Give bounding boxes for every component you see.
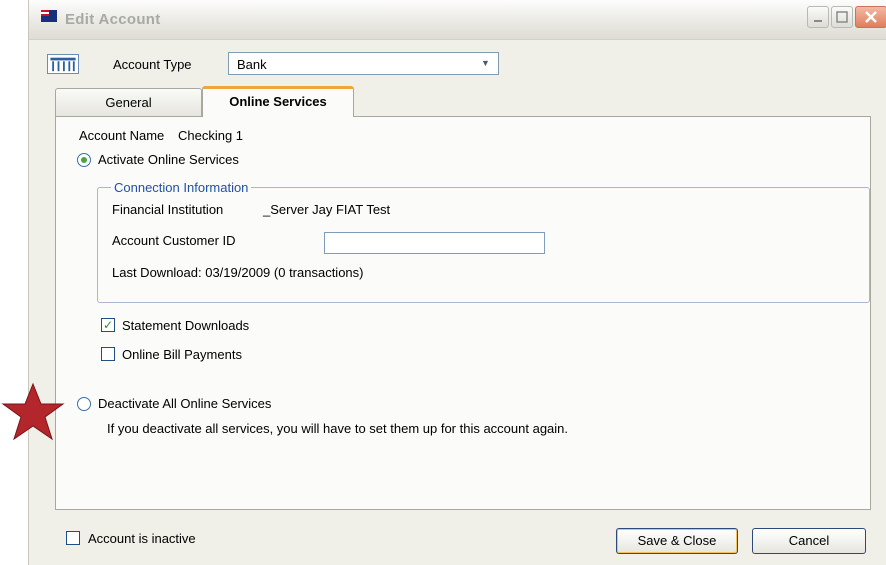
account-name-value: Checking 1 bbox=[178, 128, 244, 143]
account-type-label: Account Type bbox=[113, 57, 192, 72]
account-type-value: Bank bbox=[237, 57, 267, 72]
activate-online-services-label[interactable]: Activate Online Services bbox=[98, 152, 239, 167]
maximize-button[interactable] bbox=[831, 6, 853, 28]
customer-id-label: Account Customer ID bbox=[112, 233, 236, 248]
account-inactive-label[interactable]: Account is inactive bbox=[88, 531, 196, 546]
radio-selected-dot bbox=[81, 157, 87, 163]
activate-online-services-radio[interactable] bbox=[77, 153, 91, 167]
deactivate-note: If you deactivate all services, you will… bbox=[107, 421, 569, 436]
connection-information-title: Connection Information bbox=[111, 180, 252, 195]
star-annotation-icon bbox=[1, 382, 65, 441]
maximize-icon bbox=[836, 11, 848, 23]
customer-id-input[interactable] bbox=[324, 232, 545, 254]
minimize-icon bbox=[814, 20, 822, 22]
last-download-text: Last Download: 03/19/2009 (0 transaction… bbox=[112, 265, 364, 280]
financial-institution-value: _Server Jay FIAT Test bbox=[263, 202, 391, 217]
statement-downloads-checkbox[interactable]: ✓ bbox=[101, 318, 115, 332]
financial-institution-label: Financial Institution bbox=[112, 202, 224, 217]
edit-account-window: Edit Account Account Type Bank ▼ General bbox=[28, 0, 886, 565]
deactivate-online-services-label[interactable]: Deactivate All Online Services bbox=[98, 396, 271, 411]
online-services-panel bbox=[55, 116, 871, 510]
tab-general[interactable]: General bbox=[55, 88, 202, 116]
statement-downloads-label[interactable]: Statement Downloads bbox=[122, 318, 249, 333]
bank-account-icon bbox=[47, 54, 79, 74]
account-inactive-checkbox[interactable] bbox=[66, 531, 80, 545]
account-type-select[interactable]: Bank ▼ bbox=[228, 52, 499, 75]
close-icon bbox=[865, 11, 877, 23]
close-button[interactable] bbox=[855, 6, 886, 28]
online-bill-payments-checkbox[interactable] bbox=[101, 347, 115, 361]
title-bar[interactable]: Edit Account bbox=[29, 0, 886, 40]
window-title: Edit Account bbox=[65, 11, 161, 28]
cancel-button[interactable]: Cancel bbox=[752, 528, 866, 554]
app-icon bbox=[41, 10, 57, 22]
checkmark-icon: ✓ bbox=[102, 318, 114, 332]
account-name-label: Account Name bbox=[79, 128, 165, 143]
deactivate-online-services-radio[interactable] bbox=[77, 397, 91, 411]
tab-online-services[interactable]: Online Services bbox=[202, 86, 354, 117]
save-and-close-button[interactable]: Save & Close bbox=[616, 528, 738, 554]
chevron-down-icon[interactable]: ▼ bbox=[477, 56, 494, 71]
online-bill-payments-label[interactable]: Online Bill Payments bbox=[122, 347, 242, 362]
minimize-button[interactable] bbox=[807, 6, 829, 28]
